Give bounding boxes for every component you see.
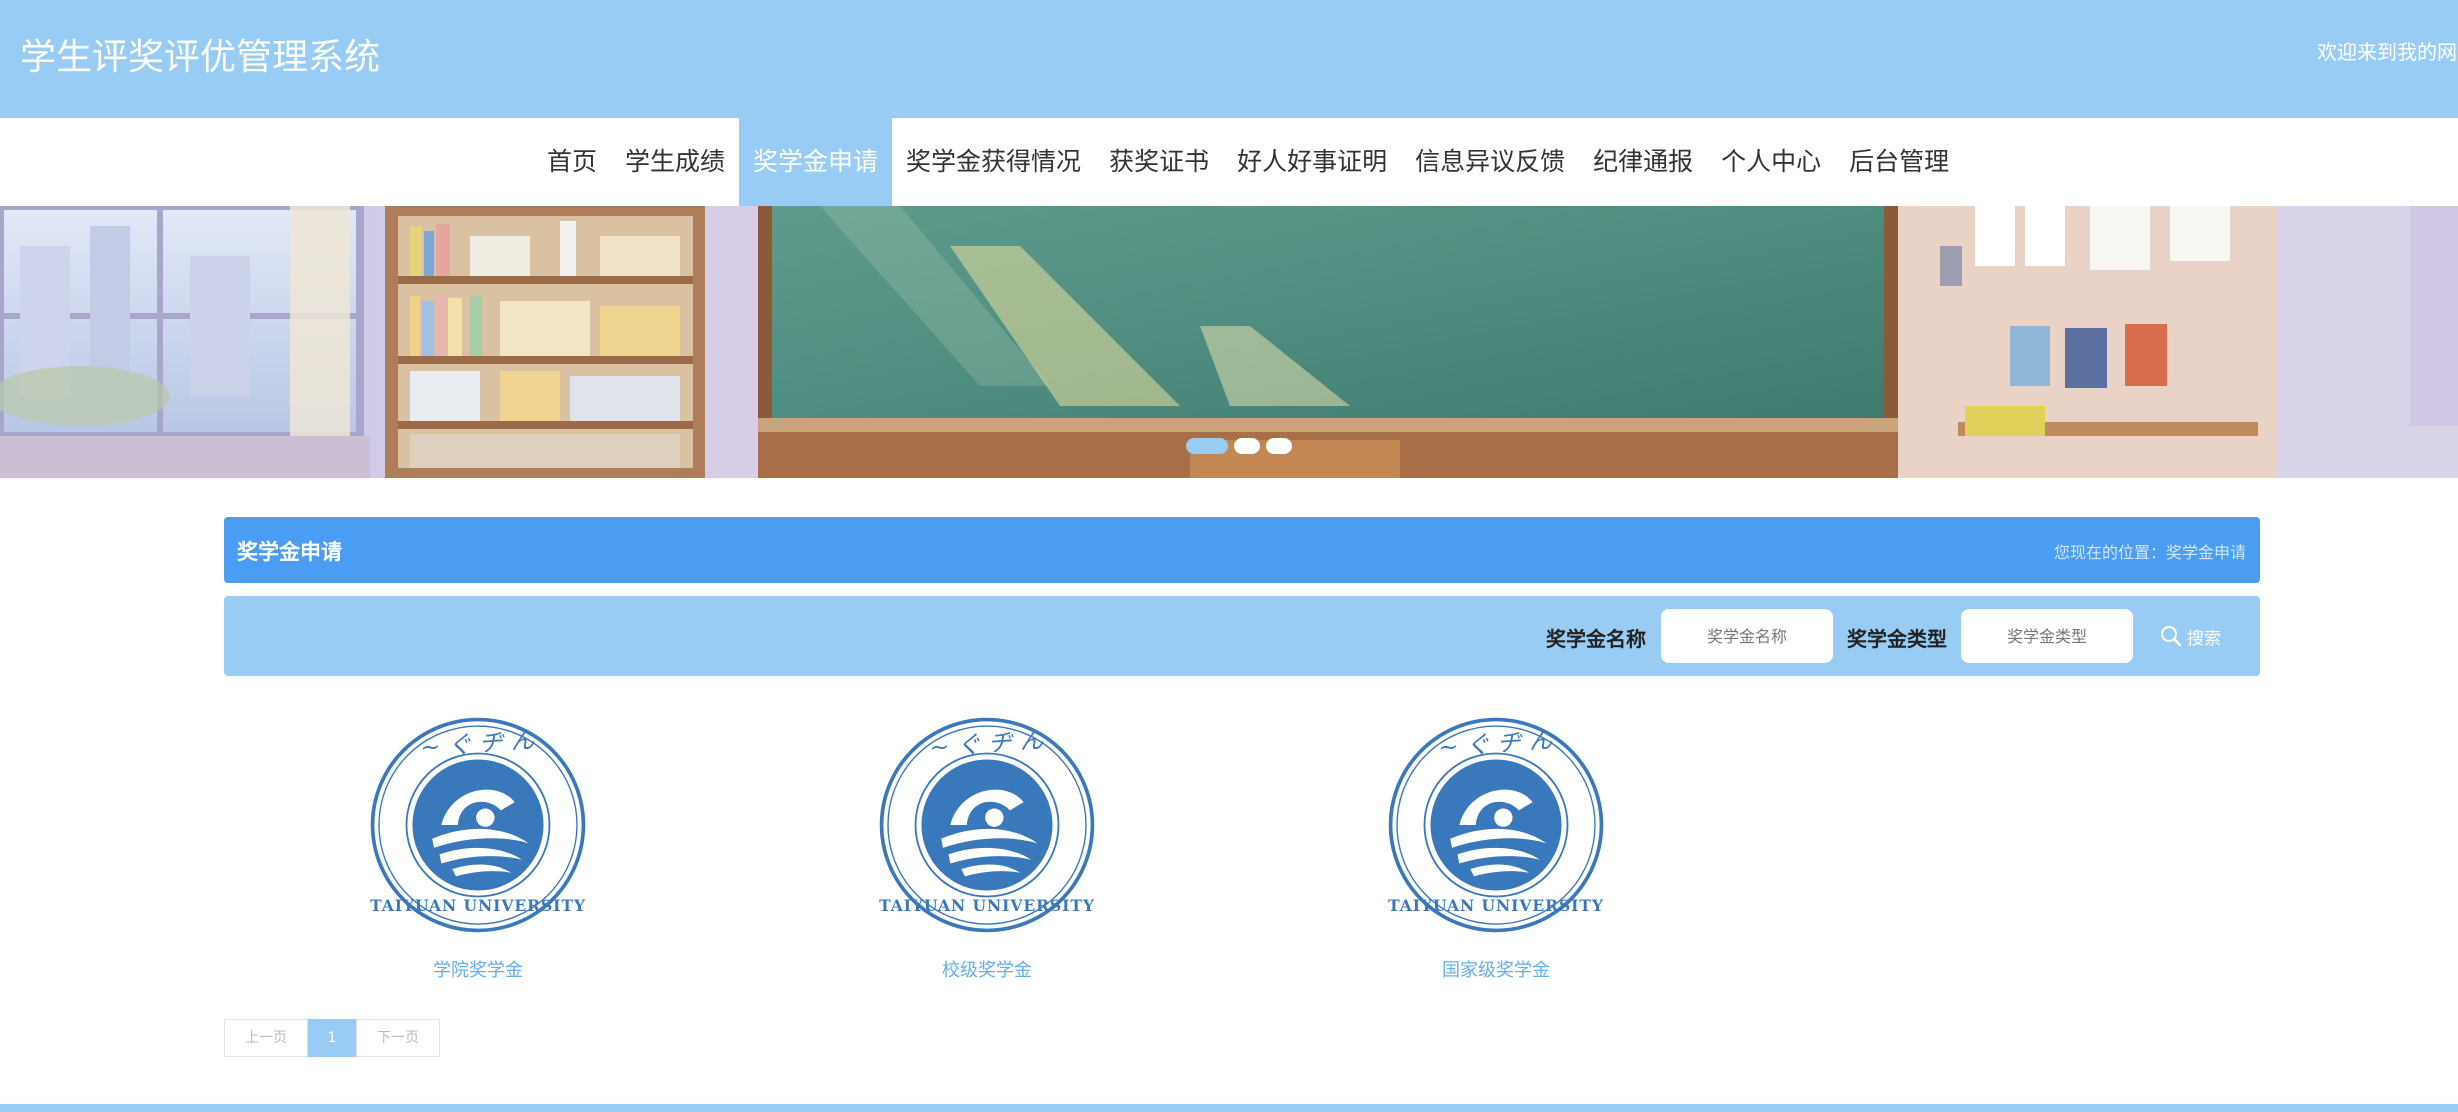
nav-item-scholarship-application[interactable]: 奖学金申请 [739,118,893,206]
carousel-dot-2[interactable] [1234,438,1260,454]
search-bar: 奖学金名称 奖学金类型 搜索 [224,596,2260,676]
search-button[interactable]: 搜索 [2159,619,2221,653]
card-caption: 学院奖学金 [433,960,523,981]
nav-menu: 首页 学生成绩 奖学金申请 奖学金获得情况 获奖证书 好人好事证明 信息异议反馈… [533,118,1963,206]
site-title: 学生评奖评优管理系统 [20,37,381,78]
carousel-dot-1[interactable] [1186,438,1228,454]
scholarship-card[interactable]: ~ ぐ ヂ ん TAIYUAN UNIVERSITY 校级奖学金 [867,700,1127,990]
svg-text:TAIYUAN UNIVERSITY: TAIYUAN UNIVERSITY [1388,896,1604,915]
search-icon [2161,626,2182,647]
welcome-text: 欢迎来到我的网 [2317,40,2457,64]
section-title: 奖学金申请 [237,540,342,564]
breadcrumb-current[interactable]: 奖学金申请 [2166,543,2246,562]
nav-item-student-scores[interactable]: 学生成绩 [611,118,739,206]
pagination: 上一页 1 下一页 [224,1019,440,1057]
classroom-banner-image [0,206,2458,478]
top-header: 学生评奖评优管理系统 欢迎来到我的网 [0,0,2458,118]
nav-item-personal-center[interactable]: 个人中心 [1707,118,1835,206]
section-header: 奖学金申请 您现在的位置：奖学金申请 [224,517,2260,583]
footer-bar [0,1104,2458,1112]
nav-item-feedback[interactable]: 信息异议反馈 [1401,118,1579,206]
university-logo-icon: ~ ぐ ヂ ん TAIYUAN UNIVERSITY [879,717,1095,933]
nav-item-home[interactable]: 首页 [533,118,611,206]
nav-item-good-deeds[interactable]: 好人好事证明 [1223,118,1401,206]
card-caption: 校级奖学金 [942,960,1032,981]
nav-item-scholarship-awards[interactable]: 奖学金获得情况 [892,118,1095,206]
next-page-button[interactable]: 下一页 [356,1019,440,1057]
nav-item-admin[interactable]: 后台管理 [1835,118,1963,206]
scholarship-card[interactable]: ~ ぐ ヂ ん TAIYUAN UNIVERSITY 国家级奖学金 [1376,700,1636,990]
main-nav: 首页 学生成绩 奖学金申请 奖学金获得情况 获奖证书 好人好事证明 信息异议反馈… [0,118,2458,206]
scholarship-card[interactable]: ~ ぐ ヂ ん TAIYUAN UNIVERSITY 学院奖学金 [358,700,618,990]
scholarship-type-label: 奖学金类型 [1847,627,1947,651]
search-button-label: 搜索 [2187,628,2221,649]
university-logo-icon: ~ ぐ ヂ ん TAIYUAN UNIVERSITY [370,717,586,933]
banner-carousel[interactable] [0,206,2458,478]
prev-page-button[interactable]: 上一页 [224,1019,308,1057]
scholarship-name-label: 奖学金名称 [1546,627,1646,651]
nav-item-certificates[interactable]: 获奖证书 [1095,118,1223,206]
page-1-button[interactable]: 1 [308,1019,356,1057]
carousel-dot-3[interactable] [1266,438,1292,454]
card-caption: 国家级奖学金 [1442,960,1550,981]
nav-item-discipline[interactable]: 纪律通报 [1579,118,1707,206]
svg-text:TAIYUAN UNIVERSITY: TAIYUAN UNIVERSITY [879,896,1095,915]
scholarship-name-input[interactable] [1661,609,1833,663]
university-logo-icon: ~ ぐ ヂ ん TAIYUAN UNIVERSITY [1388,717,1604,933]
svg-text:TAIYUAN UNIVERSITY: TAIYUAN UNIVERSITY [370,896,586,915]
breadcrumb-prefix: 您现在的位置： [2053,543,2166,562]
scholarship-type-input[interactable] [1961,609,2133,663]
breadcrumb: 您现在的位置：奖学金申请 [2054,539,2246,563]
